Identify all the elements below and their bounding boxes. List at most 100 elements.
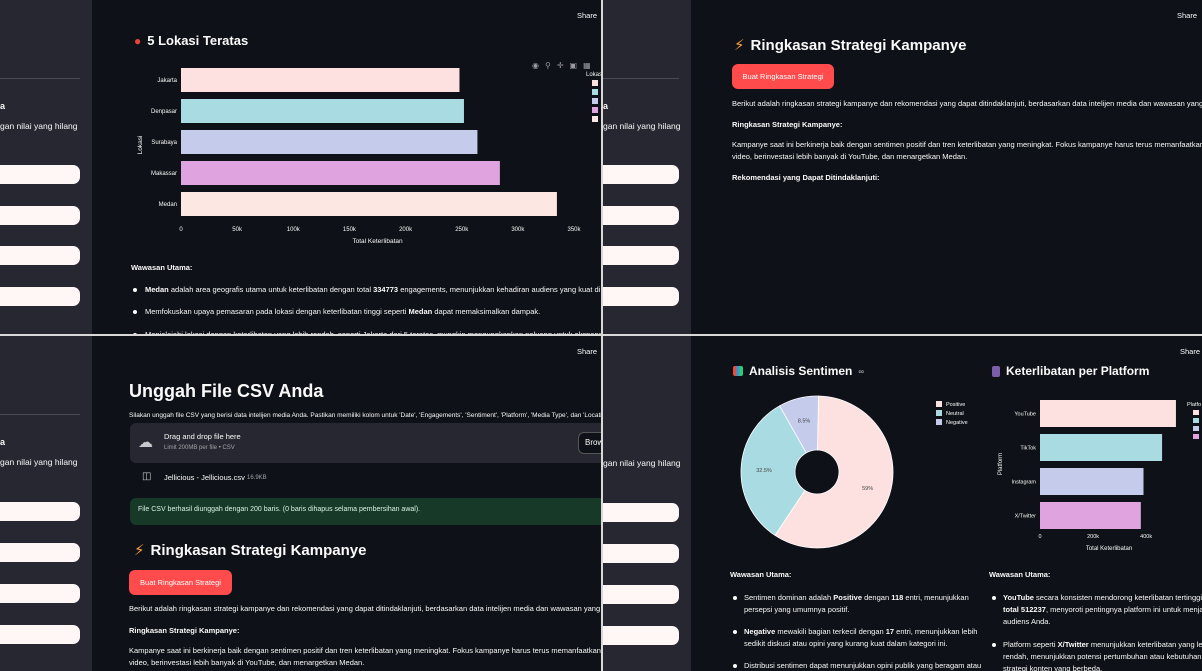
- legend-swatch[interactable]: [1193, 434, 1199, 439]
- sidebar-input[interactable]: [603, 626, 679, 645]
- legend-swatch[interactable]: [592, 89, 598, 95]
- sidebar-input[interactable]: [0, 206, 80, 225]
- share-button[interactable]: Share: [1180, 347, 1200, 356]
- dropzone-title: Drag and drop file here: [164, 432, 241, 441]
- insight-bold: Medan: [408, 307, 433, 316]
- sidebar-input[interactable]: [603, 246, 679, 265]
- bar[interactable]: [1040, 468, 1144, 495]
- y-axis-label: Lokasi: [137, 136, 144, 155]
- legend-swatch[interactable]: [1193, 418, 1199, 423]
- legend-swatch[interactable]: [1193, 426, 1199, 431]
- sidebar-input[interactable]: [0, 165, 80, 184]
- bullet: [133, 310, 137, 314]
- insight-text: Platform seperti: [1003, 640, 1058, 649]
- sidebar-input[interactable]: [603, 165, 679, 184]
- sidebar-input[interactable]: [603, 503, 679, 522]
- pie-slice-label: 59%: [862, 486, 873, 492]
- x-tick-label: 350k: [567, 227, 581, 233]
- summary-line: Kampanye saat ini berkinerja baik dengan…: [129, 646, 611, 655]
- sidebar-input[interactable]: [603, 585, 679, 604]
- sidebar: a gan nilai yang hilang: [603, 0, 691, 334]
- bar[interactable]: [181, 161, 500, 185]
- legend-swatch[interactable]: [592, 107, 598, 113]
- share-button[interactable]: Share: [1177, 11, 1197, 20]
- summary-title: Ringkasan Strategi Kampanye:: [129, 626, 240, 635]
- phone-icon: [992, 365, 1000, 377]
- insight-item: Distribusi sentimen dapat menunjukkan op…: [744, 660, 981, 671]
- sidebar-input[interactable]: [0, 543, 80, 562]
- sidebar-input[interactable]: [603, 544, 679, 563]
- share-button[interactable]: Share: [577, 347, 597, 356]
- y-axis-label: Platform: [998, 453, 1004, 475]
- bar[interactable]: [181, 99, 464, 123]
- sentiment-donut-chart: 59% 32.5% 8.5% Positive Neutral Negative: [740, 395, 968, 549]
- insight-text: entri, menunjukkan: [903, 593, 969, 602]
- bar[interactable]: [1040, 502, 1141, 529]
- bar[interactable]: [1040, 400, 1176, 427]
- bar[interactable]: [181, 192, 557, 216]
- insight-item: Sentimen dominan adalah Positive dengan …: [744, 592, 969, 604]
- legend-swatch[interactable]: [936, 401, 942, 407]
- grid-divider: [0, 334, 1202, 336]
- insight-bold: Positive: [833, 593, 862, 602]
- success-message: File CSV berhasil diunggah dengan 200 ba…: [138, 506, 421, 513]
- legend-swatch[interactable]: [936, 410, 942, 416]
- bullet: [733, 596, 737, 600]
- section-title-text: 5 Lokasi Teratas: [147, 33, 249, 48]
- legend-swatch[interactable]: [592, 116, 598, 122]
- x-tick-label: 150k: [343, 227, 357, 233]
- insight-bold: YouTube: [1003, 593, 1034, 602]
- insight-item: rendah, menunjukkan potensi pertumbuhan …: [1003, 651, 1201, 663]
- legend-swatch[interactable]: [936, 419, 942, 425]
- sidebar-input[interactable]: [0, 625, 80, 644]
- legend-swatch[interactable]: [1193, 410, 1199, 415]
- panel-top-locations: a gan nilai yang hilang Share ● 5 Lokasi…: [0, 0, 601, 335]
- insight-text: Memfokuskan upaya pemasaran pada lokasi …: [145, 307, 409, 316]
- generate-strategy-button[interactable]: Buat Ringkasan Strategi: [732, 64, 834, 89]
- panel-strategy-summary: Share ⚡ Ringkasan Strategi Kampanye Buat…: [603, 0, 1202, 335]
- sidebar-text: gan nilai yang hilang: [603, 121, 681, 131]
- bar[interactable]: [181, 130, 478, 154]
- bullet: [992, 643, 996, 647]
- sidebar-heading: a: [603, 101, 609, 111]
- sidebar: a gan nilai yang hilang: [0, 0, 92, 335]
- x-tick-label: 100k: [287, 227, 301, 233]
- insight-item: Medan adalah area geografis utama untuk …: [145, 284, 601, 296]
- file-dropzone[interactable]: ☁ Drag and drop file here Limit 200MB pe…: [130, 423, 610, 463]
- sidebar-input[interactable]: [603, 206, 679, 225]
- y-tick-label: Denpasar: [151, 109, 177, 115]
- platform-title: Keterlibatan per Platform: [992, 364, 1149, 378]
- insight-item: total 512237, menyoroti pentingnya platf…: [1003, 604, 1202, 616]
- sidebar: gan nilai yang hilang: [603, 336, 691, 671]
- y-tick-label: Instagram: [1012, 480, 1037, 486]
- generate-strategy-button[interactable]: Buat Ringkasan Strategi: [129, 570, 232, 595]
- insight-item: Negative mewakili bagian terkecil dengan…: [744, 626, 977, 638]
- legend-swatch[interactable]: [592, 80, 598, 86]
- sidebar-input[interactable]: [0, 584, 80, 603]
- pie-slice-label: 8.5%: [798, 419, 811, 425]
- legend-title: Lokasi: [586, 72, 601, 78]
- insight-text: Distribusi sentimen dapat menunjukkan op…: [744, 661, 982, 670]
- legend-swatch[interactable]: [592, 98, 598, 104]
- link-icon[interactable]: ∞: [858, 367, 864, 376]
- sidebar-input[interactable]: [0, 287, 80, 306]
- bullet: [733, 664, 737, 668]
- insight-text: engagements, menunjukkan kehadiran audie…: [398, 285, 601, 294]
- insights-title: Wawasan Utama:: [131, 263, 193, 272]
- sidebar-input[interactable]: [0, 246, 80, 265]
- bar[interactable]: [1040, 434, 1163, 461]
- sidebar-input[interactable]: [0, 502, 80, 521]
- sidebar-input[interactable]: [603, 287, 679, 306]
- x-axis-label: Total Keterlibatan: [1086, 546, 1132, 552]
- insight-bold: 334773: [373, 285, 399, 294]
- x-tick-label: 300k: [511, 227, 525, 233]
- share-button[interactable]: Share: [577, 11, 597, 20]
- insight-bold: Medan: [145, 285, 169, 294]
- bullet: [992, 596, 996, 600]
- legend-label: Negative: [946, 420, 968, 426]
- insight-text: Sentimen dominan adalah: [744, 593, 834, 602]
- insight-bold: X/Twitter: [1057, 640, 1089, 649]
- insight-item: Memfokuskan upaya pemasaran pada lokasi …: [145, 306, 540, 318]
- bar[interactable]: [181, 68, 460, 92]
- insight-bold: Negative: [744, 627, 776, 636]
